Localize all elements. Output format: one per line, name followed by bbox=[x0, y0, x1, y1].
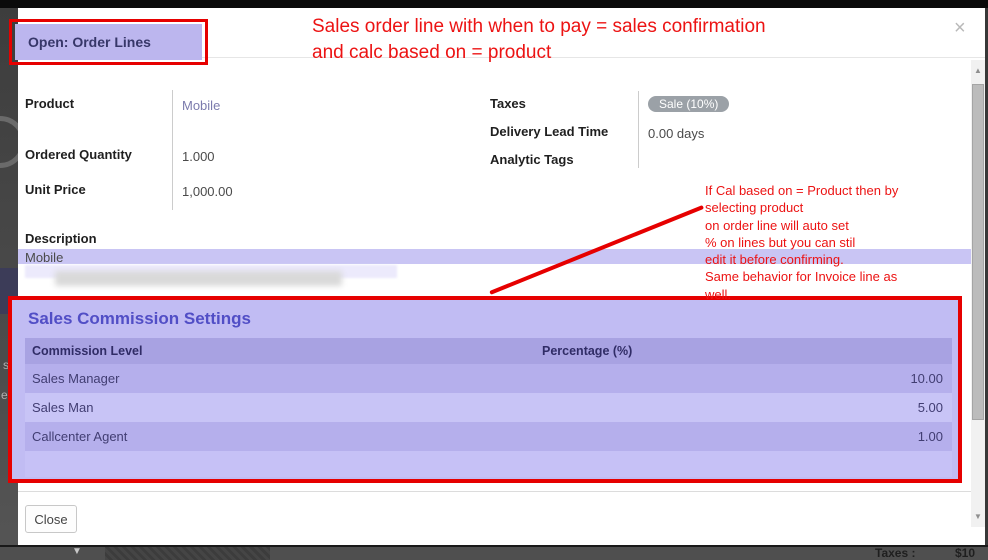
left-fields-separator bbox=[172, 90, 173, 210]
percentage-cell: 1.00 bbox=[535, 429, 952, 444]
commission-level-cell: Sales Man bbox=[25, 400, 535, 415]
commission-section-heading: Sales Commission Settings bbox=[28, 309, 251, 329]
unit-price-label: Unit Price bbox=[25, 182, 86, 197]
top-black-bar bbox=[0, 0, 988, 8]
product-value-link[interactable]: Mobile bbox=[182, 98, 220, 113]
unit-price-value: 1,000.00 bbox=[182, 184, 233, 199]
ordered-quantity-label: Ordered Quantity bbox=[25, 147, 132, 162]
delivery-lead-time-label: Delivery Lead Time bbox=[490, 124, 608, 139]
annotation-top-note: Sales order line with when to pay = sale… bbox=[312, 14, 912, 66]
background-logo-circle bbox=[0, 116, 18, 168]
percentage-cell: 5.00 bbox=[535, 400, 952, 415]
analytic-tags-label: Analytic Tags bbox=[490, 152, 574, 167]
commission-level-cell: Sales Manager bbox=[25, 371, 535, 386]
taxes-label: Taxes bbox=[490, 96, 526, 111]
commission-level-cell: Callcenter Agent bbox=[25, 429, 535, 444]
background-taxes-label: Taxes : bbox=[875, 546, 915, 560]
column-header-commission-level: Commission Level bbox=[25, 344, 535, 358]
ordered-quantity-value: 1.000 bbox=[182, 149, 215, 164]
annotation-side-note: If Cal based on = Product then by select… bbox=[705, 182, 977, 303]
percentage-cell: 10.00 bbox=[535, 371, 952, 386]
table-row[interactable]: Sales Manager 10.00 bbox=[25, 364, 952, 393]
close-icon[interactable]: × bbox=[954, 18, 966, 38]
background-dropdown-caret-icon: ▼ bbox=[72, 546, 82, 557]
right-fields-separator bbox=[638, 91, 639, 168]
delivery-lead-time-value: 0.00 days bbox=[648, 126, 704, 141]
background-taxes-value: $10 bbox=[955, 546, 975, 560]
modal-title: Open: Order Lines bbox=[15, 24, 202, 60]
order-lines-modal: Open: Order Lines × Sales order line wit… bbox=[18, 8, 985, 545]
commission-annotation-redbox: Sales Commission Settings Commission Lev… bbox=[8, 296, 962, 483]
tax-badge: Sale (10%) bbox=[648, 96, 729, 112]
table-empty-row bbox=[25, 451, 952, 477]
commission-table: Commission Level Percentage (%) Sales Ma… bbox=[25, 338, 952, 477]
scroll-up-icon[interactable]: ▲ bbox=[971, 64, 985, 78]
description-value: Mobile bbox=[25, 250, 63, 265]
table-row[interactable]: Sales Man 5.00 bbox=[25, 393, 952, 422]
title-annotation-redbox: Open: Order Lines bbox=[9, 19, 208, 65]
table-row[interactable]: Callcenter Agent 1.00 bbox=[25, 422, 952, 451]
column-header-percentage: Percentage (%) bbox=[535, 344, 952, 358]
description-label: Description bbox=[25, 231, 97, 246]
commission-table-header: Commission Level Percentage (%) bbox=[25, 338, 952, 364]
background-hatched-field bbox=[105, 547, 270, 560]
product-label: Product bbox=[25, 96, 74, 111]
scroll-down-icon[interactable]: ▼ bbox=[971, 510, 985, 524]
modal-footer-divider bbox=[18, 491, 985, 492]
redacted-text-block bbox=[55, 271, 342, 286]
close-button[interactable]: Close bbox=[25, 505, 77, 533]
